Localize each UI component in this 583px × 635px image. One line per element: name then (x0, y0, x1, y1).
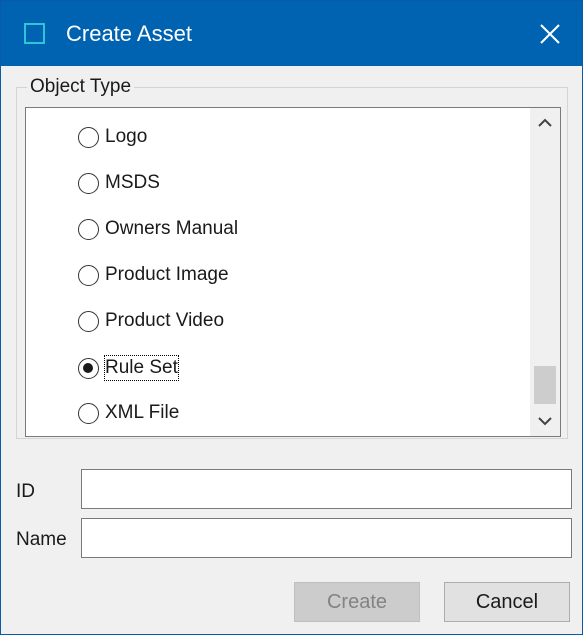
radio-label: Rule Set (104, 355, 179, 381)
radio-button[interactable] (78, 310, 99, 332)
window-app-icon (24, 23, 45, 44)
radio-button-checked[interactable] (78, 357, 99, 379)
chevron-down-icon (538, 417, 552, 426)
radio-option-msds[interactable]: MSDS (78, 168, 160, 198)
radio-option-owners-manual[interactable]: Owners Manual (78, 214, 238, 244)
object-type-list[interactable]: Logo MSDS Owners Manual Product Image Pr… (25, 107, 561, 437)
radio-option-logo[interactable]: Logo (78, 122, 147, 152)
vertical-scrollbar[interactable] (530, 108, 560, 436)
radio-button[interactable] (78, 218, 99, 240)
radio-label: Logo (105, 126, 148, 147)
close-button[interactable] (518, 1, 582, 66)
radio-option-xml-file[interactable]: XML File (78, 398, 179, 428)
radio-button[interactable] (78, 126, 99, 148)
scroll-down-button[interactable] (530, 406, 560, 436)
create-asset-dialog: Create Asset Object Type Logo MSDS Owner… (0, 0, 583, 635)
cancel-button[interactable]: Cancel (444, 582, 570, 622)
radio-option-product-image[interactable]: Product Image (78, 260, 229, 290)
create-button[interactable]: Create (294, 582, 420, 622)
radio-label: XML File (105, 402, 180, 423)
chevron-up-icon (538, 118, 552, 127)
radio-label: MSDS (105, 172, 160, 193)
radio-option-rule-set[interactable]: Rule Set (78, 353, 179, 383)
radio-label: Product Image (105, 264, 229, 285)
name-field[interactable] (81, 518, 572, 558)
radio-button[interactable] (78, 264, 99, 286)
radio-option-product-video[interactable]: Product Video (78, 306, 224, 336)
radio-button[interactable] (78, 402, 99, 424)
name-label: Name (16, 529, 67, 550)
radio-label: Owners Manual (105, 218, 239, 239)
id-label: ID (16, 481, 35, 502)
object-type-label: Object Type (27, 75, 135, 99)
title-bar[interactable]: Create Asset (1, 1, 582, 66)
dialog-title: Create Asset (66, 21, 192, 46)
radio-label: Product Video (105, 310, 225, 331)
id-field[interactable] (81, 469, 572, 509)
radio-button[interactable] (78, 172, 99, 194)
scroll-up-button[interactable] (530, 108, 560, 138)
close-icon (540, 23, 560, 44)
scroll-thumb[interactable] (534, 366, 556, 404)
